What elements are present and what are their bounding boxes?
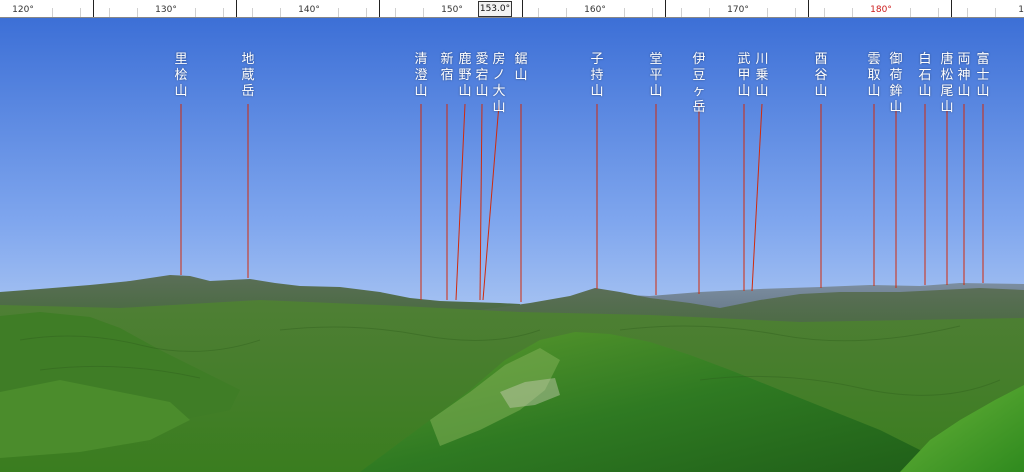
compass-minor-tick bbox=[137, 8, 138, 17]
compass-tick-label: 130° bbox=[155, 5, 177, 15]
compass-bar: 120° 130° 140° 150° 160° 170° 180° 19 bbox=[0, 0, 1024, 18]
compass-minor-tick bbox=[538, 8, 539, 17]
peak-label: 新宿 bbox=[440, 52, 454, 83]
compass-minor-tick bbox=[709, 8, 710, 17]
compass-major-tick bbox=[951, 0, 952, 17]
compass-minor-tick bbox=[80, 8, 81, 17]
peak-label: 清澄山 bbox=[414, 52, 428, 99]
peak-label: 鹿野山 bbox=[458, 52, 472, 99]
peak-label: 子持山 bbox=[590, 52, 604, 99]
compass-minor-tick bbox=[223, 8, 224, 17]
compass-tick-label: 160° bbox=[584, 5, 606, 15]
compass-minor-tick bbox=[967, 8, 968, 17]
peak-label: 武甲山 bbox=[737, 52, 751, 99]
compass-minor-tick bbox=[366, 8, 367, 17]
compass-minor-tick bbox=[338, 8, 339, 17]
heading-readout: 153.0° bbox=[478, 1, 512, 17]
compass-minor-tick bbox=[767, 8, 768, 17]
compass-tick-label: 120° bbox=[12, 5, 34, 15]
compass-minor-tick bbox=[795, 8, 796, 17]
compass-minor-tick bbox=[652, 8, 653, 17]
peak-label: 雲取山 bbox=[867, 52, 881, 99]
compass-minor-tick bbox=[852, 8, 853, 17]
compass-major-tick bbox=[808, 0, 809, 17]
compass-tick-label: 150° bbox=[441, 5, 463, 15]
compass-minor-tick bbox=[624, 8, 625, 17]
compass-minor-tick bbox=[910, 8, 911, 17]
compass-minor-tick bbox=[938, 8, 939, 17]
compass-major-tick bbox=[236, 0, 237, 17]
compass-tick-label: 180° bbox=[870, 5, 892, 15]
peak-label: 伊豆ヶ岳 bbox=[692, 52, 706, 115]
compass-major-tick bbox=[522, 0, 523, 17]
compass-minor-tick bbox=[995, 8, 996, 17]
compass-major-tick bbox=[379, 0, 380, 17]
peak-label: 酉谷山 bbox=[814, 52, 828, 99]
compass-minor-tick bbox=[52, 8, 53, 17]
compass-minor-tick bbox=[681, 8, 682, 17]
compass-minor-tick bbox=[109, 8, 110, 17]
compass-minor-tick bbox=[824, 8, 825, 17]
peak-label: 愛宕山 bbox=[475, 52, 489, 99]
compass-tick-label: 19 bbox=[1018, 5, 1024, 15]
compass-minor-tick bbox=[280, 8, 281, 17]
compass-minor-tick bbox=[195, 8, 196, 17]
compass-tick-label: 140° bbox=[298, 5, 320, 15]
peak-label: 房ノ大山 bbox=[492, 52, 506, 115]
compass-major-tick bbox=[665, 0, 666, 17]
peak-label: 唐松尾山 bbox=[940, 52, 954, 115]
compass-minor-tick bbox=[395, 8, 396, 17]
peak-label: 川乗山 bbox=[755, 52, 769, 99]
compass-minor-tick bbox=[566, 8, 567, 17]
compass-minor-tick bbox=[423, 8, 424, 17]
peak-label: 里桧山 bbox=[174, 52, 188, 99]
compass-tick-label: 170° bbox=[727, 5, 749, 15]
peak-label: 富士山 bbox=[976, 52, 990, 99]
peak-label: 堂平山 bbox=[649, 52, 663, 99]
peak-label: 鋸山 bbox=[514, 52, 528, 83]
compass-major-tick bbox=[93, 0, 94, 17]
peak-label: 御荷鉾山 bbox=[889, 52, 903, 115]
peak-label: 両神山 bbox=[957, 52, 971, 99]
peak-label: 地蔵岳 bbox=[241, 52, 255, 99]
peak-label: 白石山 bbox=[918, 52, 932, 99]
compass-minor-tick bbox=[252, 8, 253, 17]
